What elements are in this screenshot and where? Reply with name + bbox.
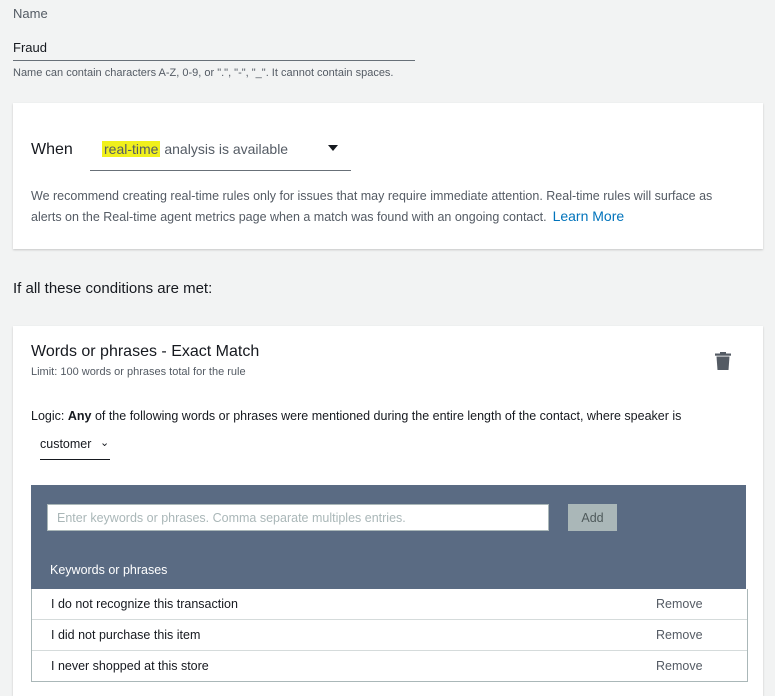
words-phrases-card: Words or phrases - Exact Match Limit: 10… xyxy=(13,326,763,696)
logic-operator: Any xyxy=(67,409,92,423)
name-help-text: Name can contain characters A-Z, 0-9, or… xyxy=(13,67,394,79)
realtime-description: We recommend creating real-time rules on… xyxy=(31,186,746,227)
keyword-text: I did not purchase this item xyxy=(51,628,201,642)
logic-text: Logic: Any of the following words or phr… xyxy=(31,409,681,423)
chevron-down-icon: ⌄ xyxy=(100,437,110,449)
name-input[interactable] xyxy=(13,34,415,61)
remove-link[interactable]: Remove xyxy=(656,659,703,673)
speaker-select[interactable]: customer ⌄ xyxy=(40,434,110,460)
logic-rest: of the following words or phrases were m… xyxy=(91,409,682,423)
condition-title: Words or phrases - Exact Match xyxy=(31,343,260,360)
keyword-text: I do not recognize this transaction xyxy=(51,597,238,611)
logic-prefix: Logic: xyxy=(31,409,68,423)
highlighted-text: real-time xyxy=(102,141,161,157)
keywords-input[interactable] xyxy=(47,504,549,531)
keywords-column-header: Keywords or phrases xyxy=(50,563,168,577)
trash-icon[interactable] xyxy=(715,352,731,370)
remove-link[interactable]: Remove xyxy=(656,628,703,642)
select-value: real-time analysis is available xyxy=(102,141,288,157)
add-button[interactable]: Add xyxy=(568,504,617,531)
select-value-rest: analysis is available xyxy=(160,141,289,157)
speaker-value: customer xyxy=(40,437,92,451)
table-row: I never shopped at this store Remove xyxy=(32,651,747,681)
learn-more-link[interactable]: Learn More xyxy=(553,208,625,224)
condition-limit: Limit: 100 words or phrases total for th… xyxy=(31,366,246,378)
analysis-type-select[interactable]: real-time analysis is available xyxy=(90,121,351,171)
keyword-text: I never shopped at this store xyxy=(51,659,209,673)
table-row: I do not recognize this transaction Remo… xyxy=(32,589,747,620)
table-row: I did not purchase this item Remove xyxy=(32,620,747,651)
caret-down-icon xyxy=(328,145,338,151)
keywords-table: I do not recognize this transaction Remo… xyxy=(31,589,748,682)
when-label: When xyxy=(31,141,73,158)
name-label: Name xyxy=(13,6,48,21)
when-card: When real-time analysis is available We … xyxy=(13,103,763,249)
keywords-panel: Add Keywords or phrases xyxy=(31,485,746,589)
remove-link[interactable]: Remove xyxy=(656,597,703,611)
conditions-heading: If all these conditions are met: xyxy=(13,280,213,297)
